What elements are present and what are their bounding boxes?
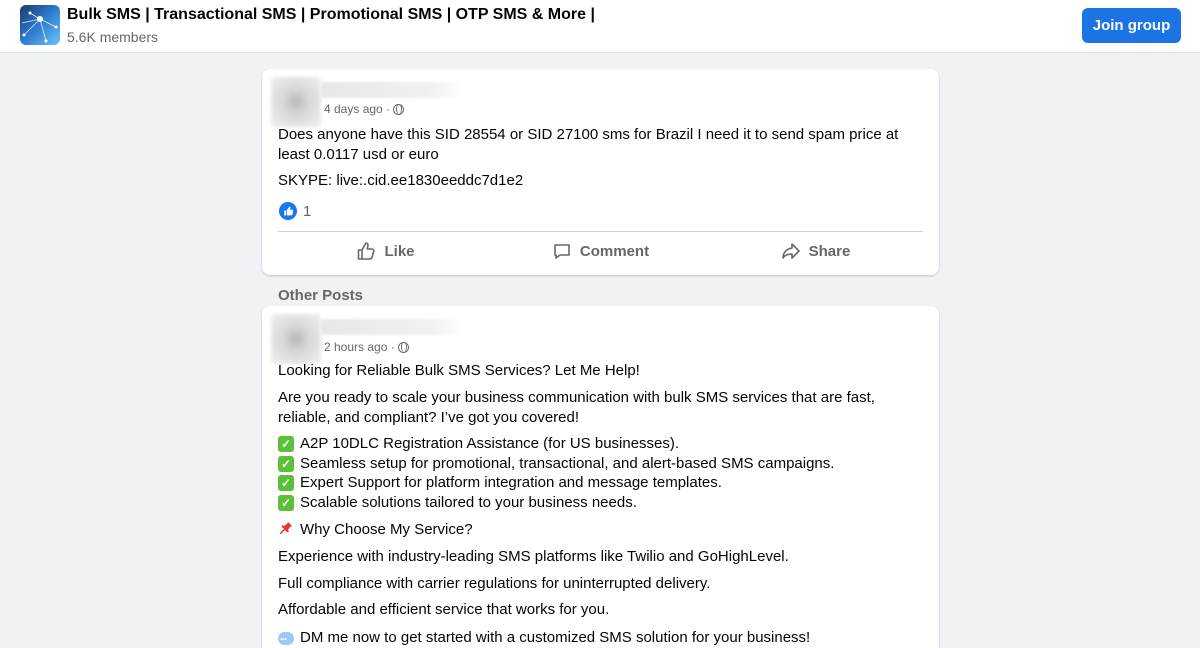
post-paragraph: Affordable and efficient service that wo…: [278, 601, 610, 618]
group-cover-thumbnail[interactable]: [20, 5, 60, 45]
share-icon: [781, 243, 800, 259]
comment-icon: [554, 244, 570, 259]
pushpin-icon: [278, 520, 294, 540]
post-timestamp[interactable]: 2 hours ago ·: [324, 340, 395, 354]
other-posts-heading: Other Posts: [278, 287, 364, 304]
like-label: Like: [384, 242, 415, 260]
post-timestamp[interactable]: 4 days ago ·: [324, 102, 390, 116]
check-mark-icon: ✓: [278, 456, 294, 472]
share-label: Share: [808, 242, 851, 260]
dm-line: DM me now to get started with a customiz…: [278, 627, 811, 648]
check-mark-icon: ✓: [278, 475, 294, 491]
comment-button[interactable]: Comment: [493, 234, 708, 268]
share-button[interactable]: Share: [708, 234, 923, 268]
post-paragraph: Full compliance with carrier regulations…: [278, 575, 711, 592]
reaction-count: 1: [303, 202, 312, 220]
post-actions: Like Comment Share: [278, 234, 923, 268]
list-item: ✓ A2P 10DLC Registration Assistance (for…: [278, 434, 679, 454]
post-body: Does anyone have this SID 28554 or SID 2…: [278, 126, 899, 163]
author-avatar[interactable]: [271, 314, 321, 364]
list-item: ✓ Scalable solutions tailored to your bu…: [278, 493, 637, 513]
post-card: 2 hours ago · Looking for Reliable Bulk …: [262, 306, 939, 648]
post-headline: Looking for Reliable Bulk SMS Services? …: [278, 362, 640, 379]
list-item-text: Expert Support for platform integration …: [300, 474, 722, 491]
post-card: 4 days ago · Does anyone have this SID 2…: [262, 69, 939, 275]
post-intro: Are you ready to scale your business com…: [278, 389, 875, 426]
reaction-summary[interactable]: 1: [279, 202, 311, 220]
list-item-text: A2P 10DLC Registration Assistance (for U…: [300, 435, 680, 452]
post-paragraph: Experience with industry-leading SMS pla…: [278, 548, 789, 565]
comment-label: Comment: [579, 242, 650, 260]
group-header: Bulk SMS | Transactional SMS | Promotion…: [0, 0, 1200, 53]
like-reaction-icon: [279, 202, 297, 220]
globe-icon: [397, 341, 409, 353]
check-mark-icon: ✓: [278, 436, 294, 452]
list-item: ✓ Seamless setup for promotional, transa…: [278, 454, 834, 474]
list-item-text: Seamless setup for promotional, transact…: [300, 455, 835, 472]
post-skype-line: SKYPE: live:.cid.ee1830eeddc7d1e2: [278, 172, 524, 189]
author-name-blurred[interactable]: [321, 319, 461, 335]
member-count: 5.6K members: [67, 29, 159, 45]
why-heading-text: Why Choose My Service?: [300, 521, 473, 538]
post-meta: 2 hours ago ·: [324, 340, 409, 354]
author-name-blurred[interactable]: [321, 82, 461, 98]
like-button[interactable]: Like: [278, 234, 493, 268]
post-meta: 4 days ago ·: [324, 102, 405, 116]
speech-bubble-icon: [278, 627, 294, 647]
list-item: ✓ Expert Support for platform integratio…: [278, 473, 722, 493]
join-group-button[interactable]: Join group: [1082, 8, 1181, 43]
thumbs-up-icon: [358, 242, 376, 260]
dm-line-text: DM me now to get started with a customiz…: [300, 629, 811, 646]
author-avatar[interactable]: [271, 77, 321, 127]
why-heading: Why Choose My Service?: [278, 520, 473, 540]
list-item-text: Scalable solutions tailored to your busi…: [300, 494, 637, 511]
globe-icon: [393, 103, 405, 115]
divider: [278, 231, 923, 232]
group-name[interactable]: Bulk SMS | Transactional SMS | Promotion…: [67, 6, 595, 24]
check-mark-icon: ✓: [278, 495, 294, 511]
